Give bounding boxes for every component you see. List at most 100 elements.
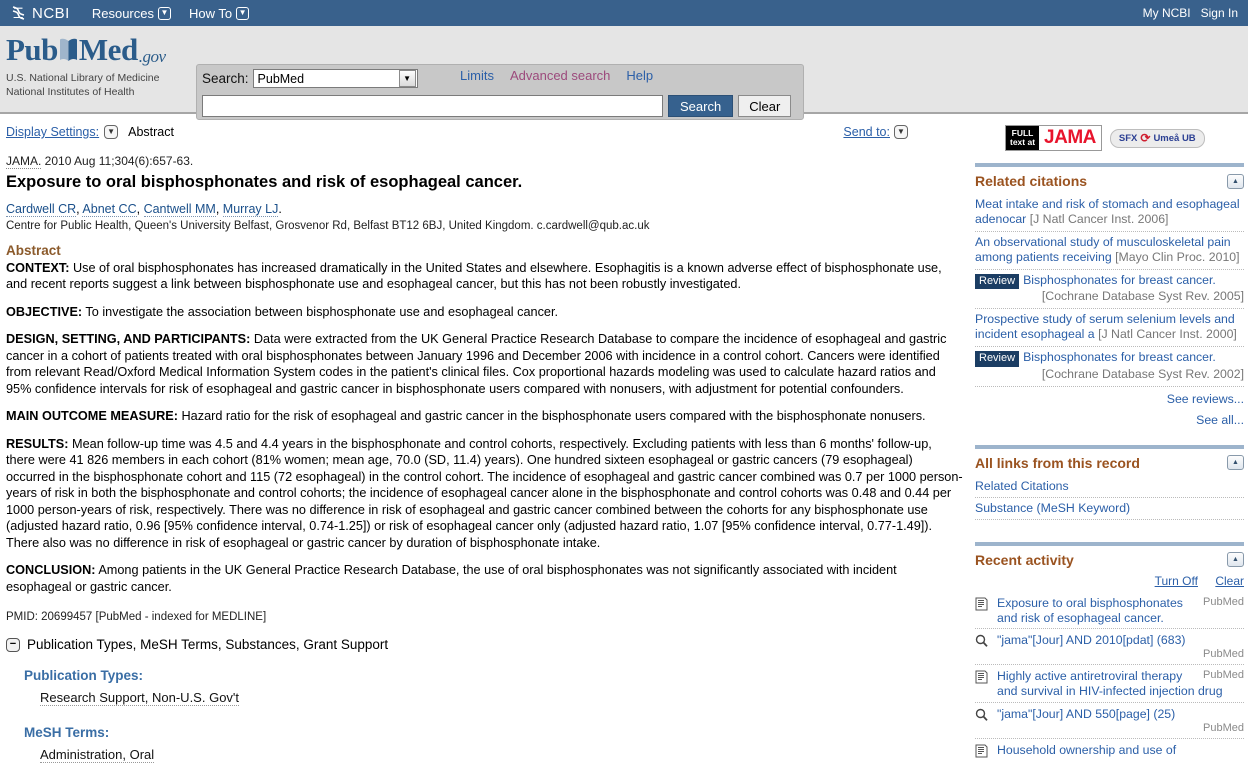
publication-details-label: Publication Types, MeSH Terms, Substance… [27, 637, 389, 653]
abstract-section-label: RESULTS: [6, 436, 69, 451]
recent-activity-link[interactable]: Exposure to oral bisphosphonates and ris… [997, 596, 1183, 625]
author-link[interactable]: Cantwell MM [143, 201, 216, 217]
clear-link[interactable]: Clear [1215, 574, 1244, 588]
my-ncbi-link[interactable]: My NCBI [1143, 6, 1191, 20]
pubmed-tagline: U.S. National Library of Medicine Nation… [6, 71, 186, 99]
search-input-row: Search Clear [202, 95, 792, 117]
wordmark-gov: .gov [138, 47, 166, 66]
publication-type-link[interactable]: Research Support, Non-U.S. Gov't [40, 690, 240, 707]
ncbi-logo[interactable]: NCBI [10, 5, 70, 22]
database-select[interactable]: PubMed ▼ [252, 69, 418, 88]
list-item[interactable]: Household ownership and use of [975, 739, 1244, 765]
database-select-value: PubMed [257, 71, 305, 86]
abstract-section-design: DESIGN, SETTING, AND PARTICIPANTS: Data … [6, 331, 963, 397]
tagline-line-1: U.S. National Library of Medicine [6, 72, 160, 84]
list-item[interactable]: Review Bisphosphonates for breast cancer.… [975, 270, 1244, 310]
list-item[interactable]: Review Bisphosphonates for breast cancer.… [975, 347, 1244, 387]
search-label: Search: [202, 71, 249, 86]
abstract-section-text: Among patients in the UK General Practic… [6, 563, 897, 594]
list-item[interactable]: Prospective study of serum selenium leve… [975, 309, 1244, 348]
review-badge: Review [975, 274, 1020, 290]
document-icon [975, 669, 990, 688]
author-link[interactable]: Cardwell CR [6, 201, 77, 217]
author-link[interactable]: Murray LJ [222, 201, 279, 217]
related-citation-journal: [Cochrane Database Syst Rev. 2005] [1041, 289, 1244, 304]
collapse-panel-button[interactable]: ▲ [1227, 173, 1244, 189]
related-citation-journal: [Cochrane Database Syst Rev. 2002] [1041, 366, 1244, 381]
collapse-minus-icon[interactable]: − [6, 637, 20, 652]
search-input[interactable] [202, 95, 663, 117]
related-citations-title: Related citations [975, 173, 1088, 189]
recent-activity-link[interactable]: "jama"[Jour] AND 2010[pdat] (683) [997, 633, 1186, 647]
list-item[interactable]: "jama"[Jour] AND 550[page] (25) PubMed [975, 703, 1244, 739]
related-citation-title[interactable]: Bisphosphonates for breast cancer. [1023, 273, 1216, 287]
result-toolbar: Display Settings: ▼ Abstract Send to: ▼ [6, 122, 963, 142]
related-citations-link[interactable]: Related Citations [975, 479, 1069, 493]
sfx-label: SFX [1118, 132, 1138, 144]
abstract-heading: Abstract [6, 242, 61, 258]
full-text-links: FULL text at JAMA SFX ⟳ Umeå UB [1005, 123, 1244, 153]
see-reviews-link[interactable]: See reviews... [1167, 392, 1244, 406]
pubmed-header: Pub Med .gov U.S. National Library of Me… [0, 26, 1248, 120]
wordmark-med: Med [78, 32, 138, 67]
list-item[interactable]: PubMed Exposure to oral bisphosphonates … [975, 592, 1244, 630]
see-all-link[interactable]: See all... [1196, 413, 1244, 427]
recent-activity-link[interactable]: Household ownership and use of [997, 743, 1176, 757]
open-book-icon [59, 36, 78, 64]
list-item[interactable]: Meat intake and risk of stomach and esop… [975, 194, 1244, 232]
sfx-swirl-icon: ⟳ [1140, 131, 1151, 145]
help-link[interactable]: Help [626, 68, 653, 83]
clear-button[interactable]: Clear [738, 95, 792, 117]
sign-in-link[interactable]: Sign In [1201, 6, 1238, 20]
abstract-section-conclusion: CONCLUSION: Among patients in the UK Gen… [6, 562, 963, 595]
display-settings-control[interactable]: Display Settings: ▼ Abstract [6, 125, 174, 139]
abstract-section-results: RESULTS: Mean follow-up time was 4.5 and… [6, 436, 963, 552]
list-item[interactable]: PubMed Highly active antiretroviral ther… [975, 665, 1244, 703]
collapse-panel-button[interactable]: ▲ [1227, 552, 1244, 568]
recent-activity-db: PubMed [1203, 595, 1244, 608]
full-text-jama-button[interactable]: FULL text at JAMA [1005, 125, 1102, 151]
recent-activity-entry: "jama"[Jour] AND 550[page] (25) PubMed [997, 707, 1244, 735]
document-icon [975, 596, 990, 615]
abstract-section-label: CONTEXT: [6, 260, 70, 275]
pubmed-logo[interactable]: Pub Med .gov U.S. National Library of Me… [6, 34, 186, 99]
limits-link[interactable]: Limits [460, 68, 494, 83]
list-item[interactable]: Substance (MeSH Keyword) [975, 498, 1244, 520]
full-text-label: FULL text at [1006, 126, 1040, 150]
mesh-term-link[interactable]: Administration, Oral [40, 747, 155, 764]
send-to-control[interactable]: Send to: ▼ [843, 125, 908, 139]
list-item[interactable]: "jama"[Jour] AND 2010[pdat] (683) PubMed [975, 629, 1244, 666]
related-citation-journal: [Mayo Clin Proc. 2010] [1115, 250, 1240, 264]
list-item[interactable]: Related Citations [975, 476, 1244, 498]
display-settings-label[interactable]: Display Settings: [6, 125, 99, 139]
review-badge: Review [975, 351, 1020, 367]
recent-activity-link[interactable]: "jama"[Jour] AND 550[page] (25) [997, 707, 1175, 721]
search-button[interactable]: Search [668, 95, 734, 117]
author-affiliation: Centre for Public Health, Queen's Univer… [6, 219, 650, 232]
jama-logo-text: JAMA [1044, 127, 1096, 148]
list-item[interactable]: An observational study of musculoskeleta… [975, 232, 1244, 270]
chevron-down-icon[interactable]: ▼ [894, 125, 908, 139]
citation-rest: 2010 Aug 11;304(6):657-63. [41, 154, 194, 168]
send-to-label[interactable]: Send to: [843, 125, 890, 139]
nav-how-to[interactable]: How To ▼ [189, 6, 250, 21]
page-title: Exposure to oral bisphosphonates and ris… [6, 173, 523, 191]
advanced-search-link[interactable]: Advanced search [510, 68, 610, 83]
sfx-umea-ub-button[interactable]: SFX ⟳ Umeå UB [1109, 128, 1205, 148]
collapse-panel-button[interactable]: ▲ [1227, 455, 1244, 471]
ncbi-top-bar: NCBI Resources ▼ How To ▼ My NCBI Sign I… [0, 0, 1248, 26]
author-link[interactable]: Abnet CC [82, 201, 137, 217]
substance-mesh-keyword-link[interactable]: Substance (MeSH Keyword) [975, 501, 1130, 515]
nav-resources[interactable]: Resources ▼ [92, 6, 171, 21]
publication-details-toggle-row[interactable]: − Publication Types, MeSH Terms, Substan… [6, 637, 963, 652]
chevron-down-icon: ▼ [236, 6, 250, 20]
all-links-heading: All links from this record ▲ [975, 449, 1244, 476]
turn-off-link[interactable]: Turn Off [1155, 574, 1198, 588]
recent-activity-db: PubMed [1203, 648, 1244, 661]
abstract-section-outcome: MAIN OUTCOME MEASURE: Hazard ratio for t… [6, 408, 963, 425]
related-citation-title[interactable]: Bisphosphonates for breast cancer. [1023, 350, 1216, 364]
chevron-down-icon[interactable]: ▼ [104, 125, 119, 139]
recent-activity-link[interactable]: Highly active antiretroviral therapy and… [997, 669, 1223, 698]
full-text-line-2: text at [1010, 137, 1036, 147]
journal-abbrev[interactable]: JAMA. [6, 154, 42, 169]
